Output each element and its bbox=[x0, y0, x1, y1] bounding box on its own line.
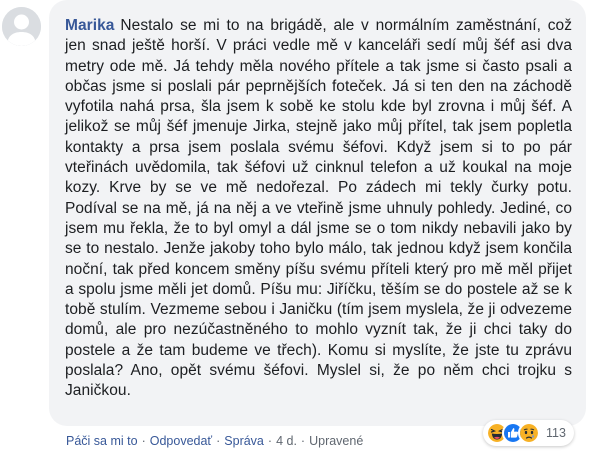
reaction-count: 113 bbox=[546, 426, 566, 440]
sad-icon bbox=[518, 422, 540, 444]
reactions-summary[interactable]: 113 bbox=[483, 420, 574, 446]
separator: · bbox=[216, 434, 221, 448]
author-name[interactable]: Marika bbox=[65, 17, 114, 34]
comment-bubble: Marika Nestalo se mi to na brigádě, ale v… bbox=[49, 0, 586, 426]
separator: · bbox=[141, 434, 146, 448]
separator: · bbox=[300, 434, 306, 448]
timestamp[interactable]: 4 d. bbox=[276, 434, 297, 448]
avatar[interactable] bbox=[2, 7, 41, 46]
edited-label[interactable]: Upravené bbox=[309, 434, 363, 448]
comment-actions: Páči sa mi to · Odpovedať · Správa · 4 d. · Upra… bbox=[66, 434, 363, 448]
message-link[interactable]: Správa bbox=[224, 434, 264, 448]
comment-body: Marika Nestalo se mi to na brigádě, ale v… bbox=[65, 16, 572, 402]
separator: · bbox=[267, 434, 273, 448]
default-profile-icon bbox=[2, 7, 41, 46]
comment: Marika Nestalo se mi to na brigádě, ale v… bbox=[0, 0, 593, 460]
reply-link[interactable]: Odpovedať bbox=[150, 434, 212, 448]
comment-text: Nestalo se mi to na brigádě, ale v normá… bbox=[65, 17, 572, 400]
like-link[interactable]: Páči sa mi to bbox=[66, 434, 138, 448]
